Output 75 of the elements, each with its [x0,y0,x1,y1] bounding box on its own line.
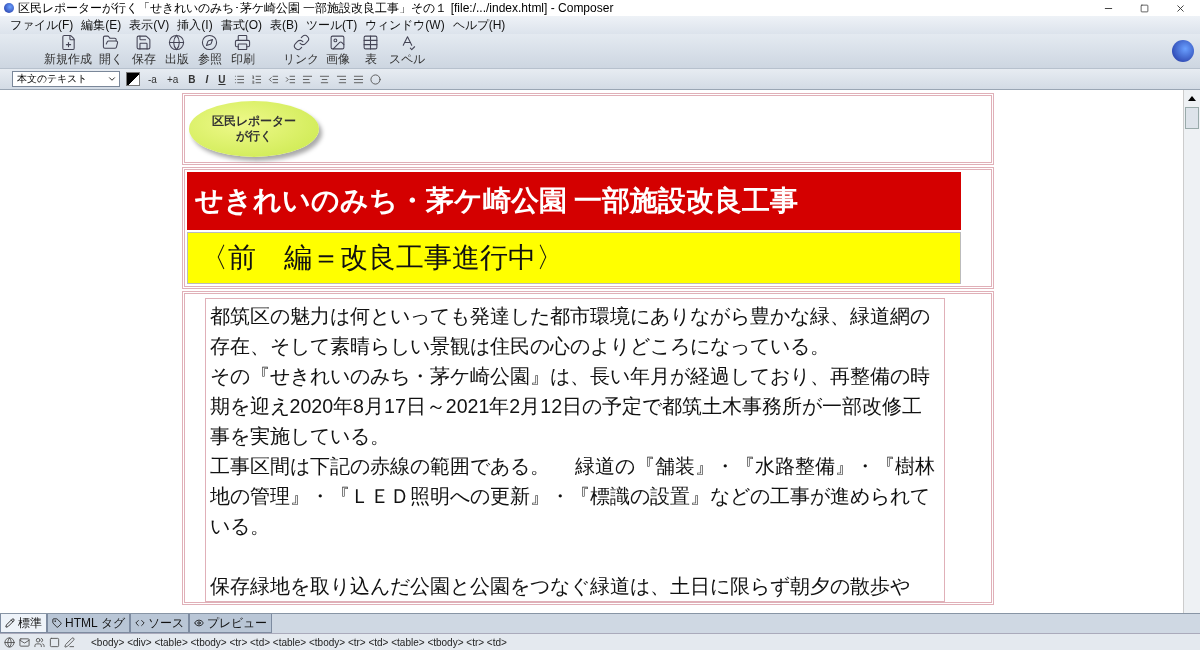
align-justify-icon[interactable] [352,73,364,85]
menu-item[interactable]: 挿入(I) [177,16,213,34]
numbered-list-icon[interactable] [250,73,262,85]
indent-icon[interactable] [284,73,296,85]
table-icon [362,34,379,51]
format-button[interactable]: U [216,73,228,85]
toolbar-button[interactable]: 出版 [160,34,193,68]
compass-icon [201,34,218,51]
toolbar-button[interactable]: 画像 [321,34,354,68]
maximize-icon[interactable] [1139,3,1149,13]
folder-icon [102,34,119,51]
globe-icon[interactable] [4,636,15,648]
toolbar-button[interactable]: 新規作成 [42,34,94,68]
align-right-icon[interactable] [335,73,347,85]
menu-item[interactable]: 書式(O) [220,16,262,34]
save-icon [135,34,152,51]
scrollbar-thumb[interactable] [1185,107,1199,129]
toolbar-button[interactable]: 開く [94,34,127,68]
body-paragraph: 都筑区の魅力は何といっても発達した都市環境にありながら豊かな緑、緑道網の存在、そして素晴らしい景観は住民の心のよりどころになっている。 [209,304,931,359]
image-icon [329,34,346,51]
square-icon[interactable] [49,636,60,648]
text-color-swatch[interactable] [126,72,140,86]
body-paragraph: その『せきれいのみち・茅ケ崎公園』は、長い年月が経過しており、再整備の時期を迎え2020年8月17日～2021年2月12日の予定で都筑土木事務所が一部改修工事を実施している。 [209,364,931,449]
align-center-icon[interactable] [318,73,330,85]
view-tab[interactable]: HTML タグ [47,614,130,633]
tag-icon [52,618,62,628]
code-icon [134,618,145,628]
article-subtitle: 〈前 編＝改良工事進行中〉 [186,232,961,284]
app-icon [4,3,14,13]
toolbar-button[interactable]: 参照 [193,34,226,68]
format-button[interactable]: I [203,73,211,85]
article-title: せきれいのみち・茅ケ崎公園 一部施設改良工事 [186,172,961,230]
menu-item[interactable]: ツール(T) [306,16,358,34]
scrollbar[interactable] [1183,90,1200,613]
menu-item[interactable]: 編集(E) [81,16,122,34]
toolbar-button[interactable]: 保存 [127,34,160,68]
window-title: 区民レポーターが行く「せきれいのみち･茅ケ崎公園 一部施設改良工事」その１ [file:/.../index.html] - Composer [18,0,615,17]
format-button[interactable]: B [186,73,198,85]
view-tab[interactable]: 標準 [0,614,47,633]
toolbar-button[interactable]: 印刷 [226,34,259,68]
toolbar-button[interactable]: 表 [354,34,387,68]
paragraph-style-dropdown[interactable]: 本文のテキスト [12,71,120,87]
new-file-icon [59,34,77,51]
close-icon[interactable] [1174,2,1186,14]
align-left-icon[interactable] [301,73,313,85]
circle-icon[interactable] [369,73,381,85]
menu-item[interactable]: ファイル(F) [10,16,74,34]
mail-icon[interactable] [19,636,30,648]
printer-icon [234,34,251,51]
globe-icon [168,34,185,51]
caret-icon [107,74,117,84]
badge-text: 区民レポーター [211,114,296,129]
seamonkey-logo [1172,40,1194,62]
toolbar-button[interactable]: リンク [281,34,321,68]
menu-item[interactable]: ヘルプ(H) [452,16,506,34]
tag-path: <body> <div> <table> <tbody> <tr> <td> <table> <tbody> <tr> <td> <table> <tbody> <tr> <td> [91,636,507,648]
body-paragraph: 工事区間は下記の赤線の範囲である。 緑道の『舗装』・『水路整備』・『樹林地の管理』・『ＬＥＤ照明への更新』・『標識の設置』などの工事が進められている。 [209,454,936,539]
pencil-icon [5,618,15,628]
eye-icon [193,618,204,628]
menu-item[interactable]: 表(B) [270,16,298,34]
badge-text: が行く [235,129,272,144]
up-arrow-icon[interactable] [1188,95,1196,101]
bullet-list-icon[interactable] [233,73,245,85]
edit-icon[interactable] [64,636,75,648]
view-tab[interactable]: プレビュー [188,614,272,633]
contacts-icon[interactable] [34,636,45,648]
body-paragraph: 保存緑地を取り込んだ公園と公園をつなぐ緑道は、土日に限らず朝夕の散歩や [209,574,911,599]
outdent-icon[interactable] [267,73,279,85]
format-button[interactable]: +a [164,73,181,85]
link-icon [292,34,310,51]
menu-item[interactable]: ウィンドウ(W) [365,16,445,34]
view-tab[interactable]: ソース [129,614,189,633]
menu-item[interactable]: 表示(V) [129,16,170,34]
format-button[interactable]: -a [146,73,159,85]
toolbar-button[interactable]: スペル [387,34,427,68]
